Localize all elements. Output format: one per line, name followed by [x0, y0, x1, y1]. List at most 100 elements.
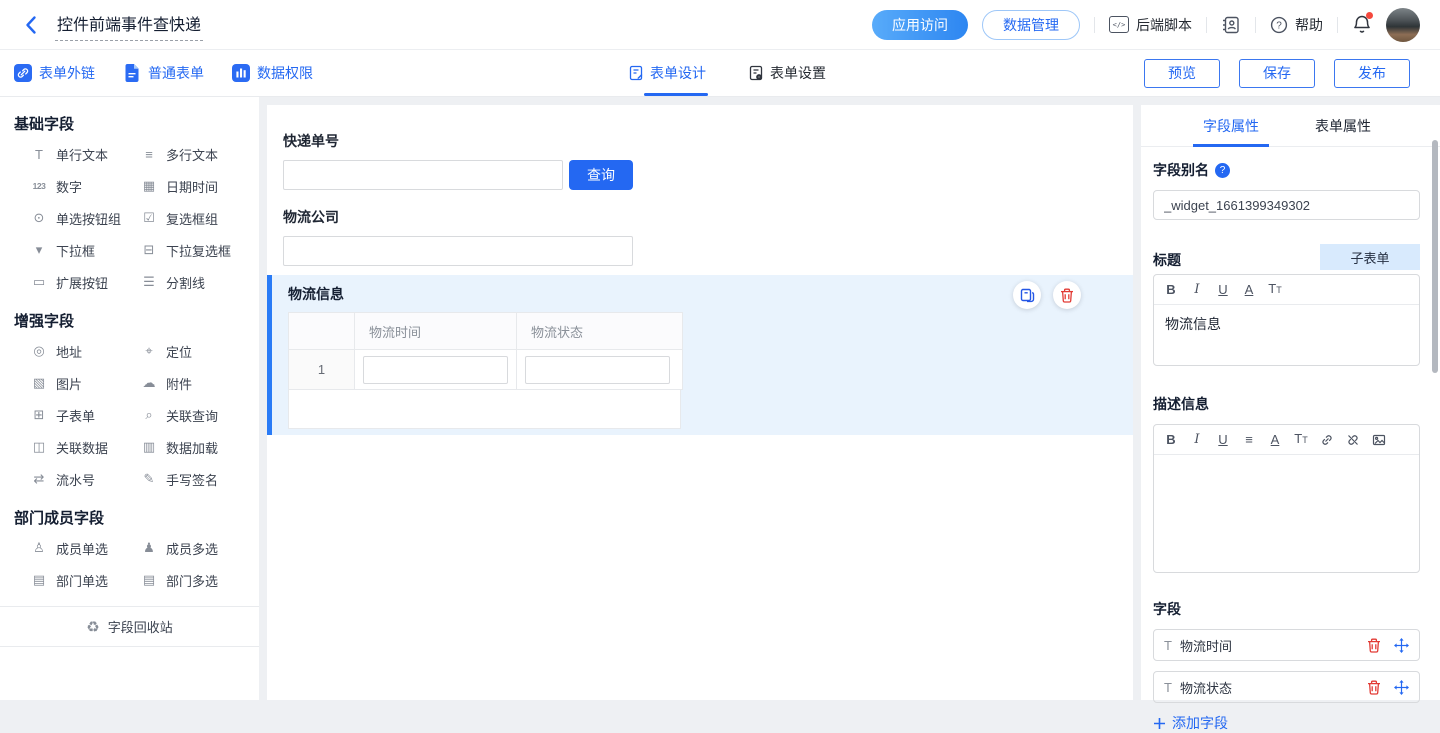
sidebar-item-checkbox-group[interactable]: ☑复选框组	[140, 202, 250, 234]
italic-button[interactable]: I	[1184, 276, 1210, 304]
field-logistics-company[interactable]: 物流公司	[267, 209, 1133, 266]
contacts-button[interactable]	[1221, 15, 1241, 35]
insert-image-button[interactable]	[1366, 433, 1392, 447]
title-editor-content[interactable]: 物流信息	[1154, 305, 1419, 365]
sidebar-item-datetime[interactable]: ▦日期时间	[140, 170, 250, 202]
font-size-button[interactable]: TT	[1288, 425, 1314, 454]
item-label: 关联数据	[56, 438, 108, 457]
subform-field-row-time[interactable]: T 物流时间	[1153, 629, 1420, 661]
item-label: 数据加载	[166, 438, 218, 457]
sidebar-item-number[interactable]: 123数字	[30, 170, 140, 202]
data-manage-button[interactable]: 数据管理	[982, 10, 1080, 40]
sidebar-item-address[interactable]: ◎地址	[30, 335, 140, 367]
align-button[interactable]: ≡	[1236, 426, 1262, 454]
subform-field-row-status[interactable]: T 物流状态	[1153, 671, 1420, 703]
sidebar-item-multi-line-text[interactable]: ≡多行文本	[140, 138, 250, 170]
query-button[interactable]: 查询	[569, 160, 633, 190]
tab-form-design-label: 表单设计	[650, 63, 706, 83]
move-field-handle[interactable]	[1394, 638, 1409, 653]
sidebar-item-image[interactable]: ▧图片	[30, 367, 140, 399]
item-label: 扩展按钮	[56, 273, 108, 292]
sidebar-item-linked-data[interactable]: ◫关联数据	[30, 431, 140, 463]
sidebar-item-single-line-text[interactable]: T单行文本	[30, 138, 140, 170]
back-button[interactable]	[24, 15, 37, 35]
normal-form-label: 普通表单	[148, 63, 204, 83]
subform-column-header: 物流时间	[355, 313, 517, 350]
preview-button[interactable]: 预览	[1144, 59, 1220, 88]
bold-button[interactable]: B	[1158, 276, 1184, 304]
sidebar-item-member-multi[interactable]: ♟成员多选	[140, 532, 250, 564]
alias-input[interactable]	[1153, 190, 1420, 220]
subform-cell-input-time[interactable]	[363, 356, 508, 384]
move-field-handle[interactable]	[1394, 680, 1409, 695]
app-access-button[interactable]: 应用访问	[872, 10, 968, 40]
sidebar-item-linked-query[interactable]: ⌕关联查询	[140, 399, 250, 431]
description-editor-content[interactable]	[1154, 455, 1419, 572]
item-label: 下拉复选框	[166, 241, 231, 260]
delete-field-button[interactable]	[1367, 680, 1381, 695]
logistics-company-input[interactable]	[283, 236, 633, 266]
font-color-button[interactable]: A	[1236, 276, 1262, 304]
page-title[interactable]: 控件前端事件查快递	[55, 9, 203, 41]
panel-scrollbar[interactable]	[1432, 140, 1438, 373]
person-icon: ♙	[30, 540, 48, 556]
form-canvas[interactable]: 快递单号 查询 物流公司 物流信息	[267, 105, 1133, 700]
font-size-button[interactable]: TT	[1262, 275, 1288, 304]
add-field-button[interactable]: 添加字段	[1153, 713, 1420, 733]
sidebar-item-dept-single[interactable]: ▤部门单选	[30, 564, 140, 596]
sidebar-item-extend-button[interactable]: ▭扩展按钮	[30, 266, 140, 298]
sidebar-item-select[interactable]: ▾下拉框	[30, 234, 140, 266]
sidebar-item-location[interactable]: ⌖定位	[140, 335, 250, 367]
subform-cell-input-status[interactable]	[525, 356, 670, 384]
remove-link-button[interactable]	[1340, 433, 1366, 447]
trash-icon	[1367, 680, 1381, 695]
sidebar-item-dept-multi[interactable]: ▤部门多选	[140, 564, 250, 596]
sidebar-item-subform[interactable]: ⊞子表单	[30, 399, 140, 431]
data-permission-label: 数据权限	[257, 63, 313, 83]
tab-form-properties[interactable]: 表单属性	[1315, 105, 1371, 146]
item-label: 手写签名	[166, 470, 218, 489]
subform-row: 1	[289, 350, 683, 390]
copy-widget-button[interactable]	[1013, 281, 1041, 309]
save-button[interactable]: 保存	[1239, 59, 1315, 88]
notification-bell[interactable]	[1352, 14, 1372, 35]
sidebar-item-signature[interactable]: ✎手写签名	[140, 463, 250, 495]
express-number-input[interactable]	[283, 160, 563, 190]
subform-widget-selected[interactable]: 物流信息 物流时间 物流状态 1	[267, 275, 1133, 435]
publish-button[interactable]: 发布	[1334, 59, 1410, 88]
fields-section-label: 字段	[1153, 599, 1420, 619]
tab-form-design[interactable]: 表单设计	[628, 50, 706, 96]
tab-form-settings[interactable]: 表单设置	[748, 50, 826, 96]
row-index: 1	[289, 350, 355, 390]
alias-help-icon[interactable]: ?	[1215, 163, 1230, 178]
help-button[interactable]: ? 帮助	[1270, 15, 1323, 35]
normal-form-button[interactable]: 普通表单	[123, 63, 204, 83]
bold-button[interactable]: B	[1158, 426, 1184, 454]
text-icon: T	[1164, 638, 1172, 653]
tab-field-properties[interactable]: 字段属性	[1203, 105, 1259, 146]
insert-link-button[interactable]	[1314, 433, 1340, 447]
sidebar-item-divider[interactable]: ☰分割线	[140, 266, 250, 298]
data-permission-button[interactable]: 数据权限	[232, 63, 313, 83]
backend-script-button[interactable]: </> 后端脚本	[1109, 15, 1192, 35]
sidebar-item-radio-group[interactable]: ⊙单选按钮组	[30, 202, 140, 234]
sidebar-item-serial-number[interactable]: ⇄流水号	[30, 463, 140, 495]
sidebar-item-data-load[interactable]: ▥数据加载	[140, 431, 250, 463]
underline-button[interactable]: U	[1210, 426, 1236, 454]
title-label: 标题	[1153, 250, 1181, 270]
form-external-link-button[interactable]: 表单外链	[14, 63, 95, 83]
font-color-button[interactable]: A	[1262, 426, 1288, 454]
sidebar-item-attachment[interactable]: ☁附件	[140, 367, 250, 399]
field-row-label: 物流时间	[1180, 636, 1354, 655]
underline-button[interactable]: U	[1210, 276, 1236, 304]
user-avatar[interactable]	[1386, 8, 1420, 42]
subform-table: 物流时间 物流状态 1	[288, 312, 683, 390]
sidebar-item-member-single[interactable]: ♙成员单选	[30, 532, 140, 564]
field-express-number[interactable]: 快递单号 查询	[267, 133, 1133, 190]
field-recycle-bin-button[interactable]: ♻ 字段回收站	[0, 607, 259, 647]
italic-button[interactable]: I	[1184, 426, 1210, 454]
delete-field-button[interactable]	[1367, 638, 1381, 653]
attachment-icon: ☁	[140, 375, 158, 391]
sidebar-item-multi-select[interactable]: ⊟下拉复选框	[140, 234, 250, 266]
delete-widget-button[interactable]	[1053, 281, 1081, 309]
